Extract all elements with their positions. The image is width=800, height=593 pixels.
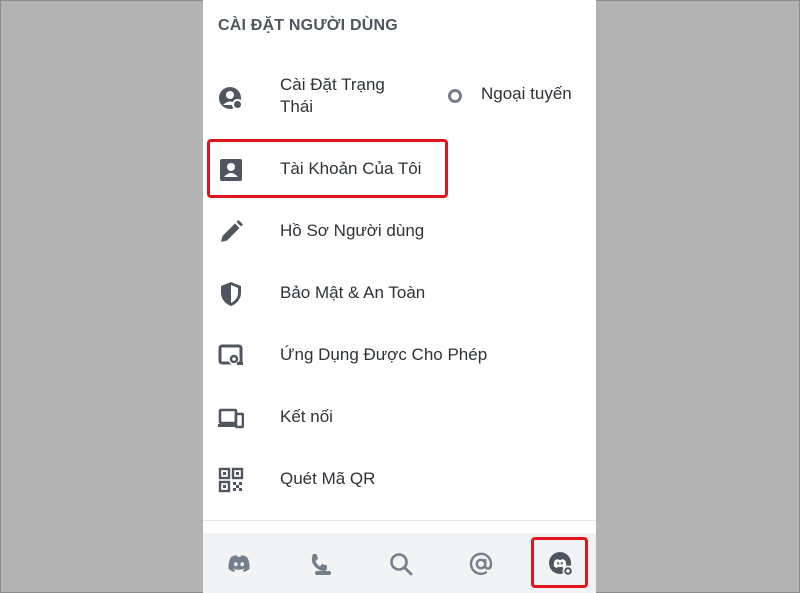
pencil-icon	[218, 219, 244, 245]
settings-item-connections[interactable]: Kết nối	[203, 391, 596, 443]
friends-icon	[311, 554, 331, 575]
user-status-icon	[218, 85, 244, 111]
highlight-my-account	[207, 139, 448, 198]
settings-item-user-profile[interactable]: Hồ Sơ Người dùng	[203, 205, 596, 257]
settings-item-label: Cài Đặt Trạng Thái	[280, 75, 385, 116]
qr-code-icon	[218, 467, 244, 493]
settings-item-scan-qr[interactable]: Quét Mã QR	[203, 453, 596, 505]
offline-status-dot	[448, 89, 462, 103]
settings-item-label: Kết nối	[280, 407, 333, 426]
mentions-icon	[469, 552, 493, 576]
phone-screen: CÀI ĐẶT NGƯỜI DÙNG Cài Đặt Trạng Thái Ng…	[203, 0, 596, 593]
search-icon	[390, 553, 413, 576]
tab-friends[interactable]	[289, 533, 349, 593]
discord-home-icon	[228, 555, 250, 572]
tab-mentions[interactable]	[450, 533, 510, 593]
authorized-apps-icon	[218, 343, 244, 369]
settings-item-label: Hồ Sơ Người dùng	[280, 221, 425, 240]
tab-home[interactable]	[208, 533, 268, 593]
settings-item-privacy-safety[interactable]: Bảo Mật & An Toàn	[203, 267, 596, 319]
settings-item-authorized-apps[interactable]: Ứng Dụng Được Cho Phép	[203, 329, 596, 381]
section-title: CÀI ĐẶT NGƯỜI DÙNG	[218, 17, 398, 34]
highlight-user-settings-tab	[531, 537, 588, 588]
tabbar-divider	[203, 520, 596, 521]
settings-item-label: Quét Mã QR	[280, 469, 376, 488]
status-value: Ngoại tuyến	[481, 84, 572, 103]
settings-item-status[interactable]: Cài Đặt Trạng Thái Ngoại tuyến	[203, 71, 596, 123]
settings-item-label: Bảo Mật & An Toàn	[280, 283, 426, 302]
tab-search[interactable]	[370, 533, 430, 593]
settings-item-label: Ứng Dụng Được Cho Phép	[280, 345, 488, 364]
shield-icon	[218, 281, 244, 307]
devices-icon	[218, 405, 244, 431]
